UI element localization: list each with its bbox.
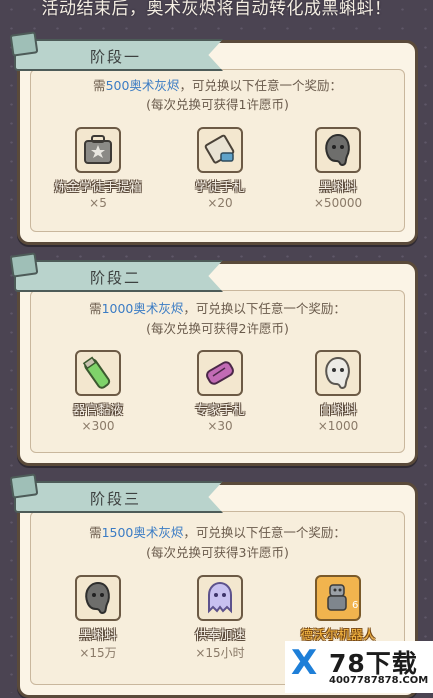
stage-two-card: 阶段二 需1000奥术灰烬，可兑换以下任意一个奖励： (每次兑换可获得2许愿币)…	[9, 252, 418, 466]
watermark-logo: X 78下载 4007787878.COM	[285, 641, 433, 693]
reward-item[interactable]: 学徒手札 ×20	[165, 127, 275, 210]
reward-name: 白蝌蚪	[319, 402, 357, 417]
wish-coin-note: (每次兑换可获得3许愿币)	[146, 545, 289, 560]
black-tadpole-icon	[315, 127, 361, 173]
reward-item[interactable]: 6 德沃尔机器人	[283, 575, 393, 643]
ribbon-tab	[9, 473, 39, 499]
black-tadpole-icon	[75, 575, 121, 621]
reward-quantity: ×15万	[79, 646, 117, 660]
reward-name: 黑蝌蚪	[79, 627, 117, 642]
reward-quantity: ×50000	[313, 196, 363, 210]
reward-item[interactable]: 器官黏液 ×300	[43, 350, 153, 433]
ribbon-tab	[9, 31, 39, 57]
watermark-x-mark: X	[291, 643, 318, 683]
purple-scroll-icon	[197, 350, 243, 396]
reward-name: 专家手札	[194, 402, 245, 417]
requirement-text: 需500奥术灰烬，可兑换以下任意一个奖励：	[93, 78, 342, 93]
wish-coin-note: (每次兑换可获得1许愿币)	[146, 97, 289, 112]
material-name: 奥术灰烬	[133, 301, 184, 316]
reward-quantity: ×30	[207, 419, 233, 433]
white-tadpole-icon	[315, 350, 361, 396]
reward-item[interactable]: 白蝌蚪 ×1000	[283, 350, 393, 433]
reward-name: 黑蝌蚪	[319, 179, 357, 194]
reward-quantity: ×300	[81, 419, 115, 433]
stage-title: 阶段三	[90, 490, 142, 508]
reward-name: 供奉加速	[194, 627, 245, 642]
material-name: 奥术灰烬	[129, 78, 180, 93]
reward-item[interactable]: 供奉加速 ×15小时	[165, 575, 275, 661]
end-notice: 活动结束后，奥术灰烬将自动转化成黑蝌蚪！	[41, 0, 392, 19]
robot-star-badge: 6	[352, 600, 358, 611]
scroll-icon	[197, 127, 243, 173]
reward-quantity: ×1000	[317, 419, 359, 433]
reward-item[interactable]: 专家手札 ×30	[165, 350, 275, 433]
ghost-icon	[197, 575, 243, 621]
reward-item[interactable]: 炼金学徒手提箱 ×5	[43, 127, 153, 210]
reward-name: 炼金学徒手提箱	[54, 179, 142, 194]
reward-item[interactable]: 黑蝌蚪 ×50000	[283, 127, 393, 210]
required-amount: 1500	[101, 525, 134, 540]
reward-item[interactable]: 黑蝌蚪 ×15万	[43, 575, 153, 661]
requirement-text: 需1500奥术灰烬，可兑换以下任意一个奖励：	[89, 525, 346, 540]
briefcase-icon	[75, 127, 121, 173]
vial-icon	[75, 350, 121, 396]
stage-one-card: 阶段一 需500奥术灰烬，可兑换以下任意一个奖励： (每次兑换可获得1许愿币) …	[9, 31, 418, 245]
ribbon-tab	[9, 252, 39, 278]
reward-name: 器官黏液	[72, 402, 123, 417]
required-amount: 1000	[101, 301, 134, 316]
required-amount: 500	[105, 78, 130, 93]
reward-quantity: ×5	[89, 196, 107, 210]
wish-coin-note: (每次兑换可获得2许愿币)	[146, 321, 289, 336]
stage-title: 阶段二	[90, 269, 142, 287]
reward-name: 学徒手札	[194, 179, 245, 194]
watermark-url: 4007787878.COM	[329, 675, 429, 686]
material-name: 奥术灰烬	[133, 525, 184, 540]
requirement-text: 需1000奥术灰烬，可兑换以下任意一个奖励：	[89, 301, 346, 316]
robot-icon: 6	[315, 575, 361, 621]
stage-title: 阶段一	[90, 48, 142, 66]
reward-quantity: ×15小时	[195, 646, 245, 660]
reward-quantity: ×20	[207, 196, 233, 210]
